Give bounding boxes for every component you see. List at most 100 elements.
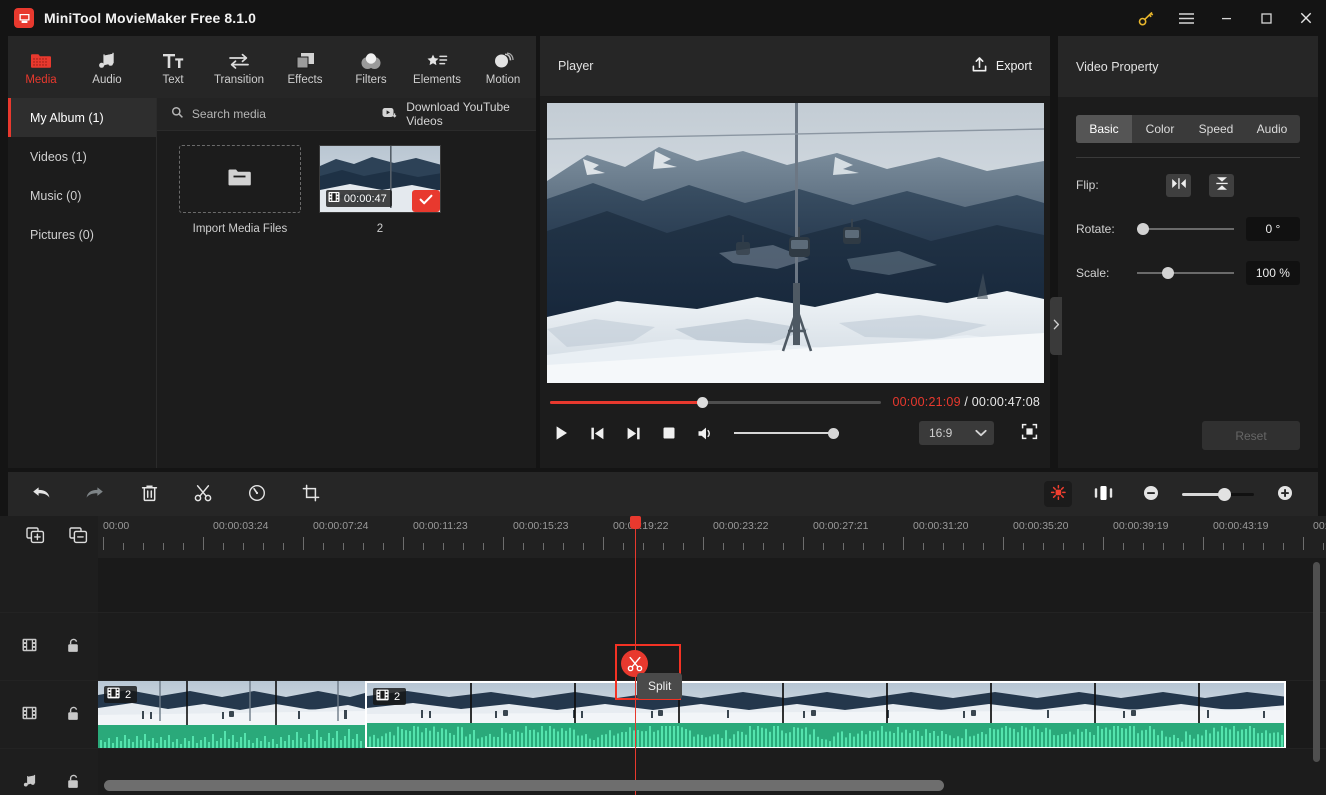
redo-button[interactable]: [78, 479, 112, 509]
volume-track: [734, 432, 839, 434]
media-item[interactable]: 00:00:47 2: [318, 145, 441, 235]
youtube-download-icon: [382, 107, 398, 122]
seek-slider[interactable]: [550, 395, 881, 409]
rotate-knob[interactable]: [1136, 223, 1149, 235]
media-selected-check[interactable]: [411, 190, 440, 212]
fullscreen-button[interactable]: [1018, 422, 1040, 444]
scale-slider[interactable]: [1136, 266, 1234, 280]
key-icon[interactable]: [1126, 0, 1166, 36]
time-display: 00:00:21:09 / 00:00:47:08: [893, 395, 1041, 409]
ribbon-tab-label: Effects: [287, 74, 323, 86]
delete-button[interactable]: [132, 479, 166, 509]
remove-track-icon[interactable]: [69, 527, 88, 547]
property-tab-color[interactable]: Color: [1132, 115, 1188, 143]
ribbon-tab-transition[interactable]: Transition: [206, 36, 272, 98]
menu-icon[interactable]: [1166, 0, 1206, 36]
timeline-row-video-1[interactable]: 2 2: [98, 680, 1326, 749]
ribbon-tab-effects[interactable]: Effects: [272, 36, 338, 98]
reset-row: Reset: [1076, 421, 1300, 450]
media-thumbnail[interactable]: 00:00:47: [318, 145, 441, 213]
zoom-knob[interactable]: [1217, 487, 1231, 501]
scissors-icon: [194, 484, 212, 505]
zoom-in-button[interactable]: [1268, 479, 1302, 509]
panel-collapse-toggle[interactable]: [1050, 297, 1062, 355]
property-tab-label: Basic: [1089, 122, 1119, 136]
timeline-ruler[interactable]: 00:00 00:00:03:24 00:00:07:24 00:00:11:2…: [98, 516, 1326, 558]
unlock-icon[interactable]: [67, 774, 80, 792]
album-label: Pictures (0): [30, 227, 94, 242]
add-track-icon[interactable]: [26, 527, 45, 547]
undo-button[interactable]: [24, 479, 58, 509]
flip-vertical-button[interactable]: [1209, 173, 1234, 197]
ruler-tick: [563, 543, 564, 550]
property-tab-audio[interactable]: Audio: [1244, 115, 1300, 143]
property-tab-speed[interactable]: Speed: [1188, 115, 1244, 143]
zoom-out-button[interactable]: [1134, 479, 1168, 509]
player-header: Player Export: [540, 36, 1050, 97]
ribbon-tab-media[interactable]: Media: [8, 36, 74, 98]
timeline-clip[interactable]: 2: [98, 681, 365, 749]
volume-slider[interactable]: [734, 426, 839, 440]
ribbon-tab-elements[interactable]: Elements: [404, 36, 470, 98]
redo-arrow-icon: [85, 484, 105, 504]
seek-knob[interactable]: [697, 396, 709, 408]
next-frame-button[interactable]: [622, 422, 644, 444]
import-media-cell[interactable]: Import Media Files: [178, 145, 301, 235]
ruler-label: 00:00: [103, 520, 130, 532]
fit-timeline-button[interactable]: [1086, 479, 1120, 509]
scale-value[interactable]: 100 %: [1245, 261, 1301, 285]
album-item-music[interactable]: Music (0): [8, 176, 156, 215]
ribbon-tab-text[interactable]: Text: [140, 36, 206, 98]
track-header-audio-1: [0, 748, 98, 795]
reset-button[interactable]: Reset: [1202, 421, 1300, 450]
marker-toggle-button[interactable]: [1044, 481, 1072, 507]
time-separator: /: [960, 395, 972, 409]
timeline-clip[interactable]: 2: [365, 681, 1286, 749]
import-media-button[interactable]: [178, 145, 301, 213]
minimize-icon[interactable]: [1206, 0, 1246, 36]
timeline-vertical-scrollbar[interactable]: [1313, 562, 1320, 762]
stop-button[interactable]: [658, 422, 680, 444]
rotate-slider[interactable]: [1136, 222, 1234, 236]
scrollbar-thumb[interactable]: [104, 780, 944, 791]
timeline-horizontal-scrollbar[interactable]: [98, 780, 1326, 791]
album-item-pictures[interactable]: Pictures (0): [8, 215, 156, 254]
seek-row: 00:00:21:09 / 00:00:47:08: [550, 395, 1040, 409]
split-button[interactable]: [186, 479, 220, 509]
previous-frame-button[interactable]: [586, 422, 608, 444]
property-tab-basic[interactable]: Basic: [1076, 115, 1132, 143]
motion-ellipse-icon: [492, 48, 514, 70]
aspect-ratio-select[interactable]: 16:9: [919, 421, 994, 445]
album-item-videos[interactable]: Videos (1): [8, 137, 156, 176]
property-divider: [1076, 157, 1300, 158]
maximize-icon[interactable]: [1246, 0, 1286, 36]
playhead-handle[interactable]: [630, 516, 641, 529]
download-youtube-button[interactable]: Download YouTube Videos: [382, 100, 536, 128]
ribbon-tab-motion[interactable]: Motion: [470, 36, 536, 98]
edit-toolbar: [8, 472, 1318, 516]
unlock-icon[interactable]: [67, 706, 80, 724]
rotate-value[interactable]: 0 °: [1245, 217, 1301, 241]
close-icon[interactable]: [1286, 0, 1326, 36]
timeline-row-video-2[interactable]: [98, 612, 1326, 680]
play-button[interactable]: [550, 422, 572, 444]
export-button[interactable]: Export: [971, 56, 1032, 76]
flip-horizontal-button[interactable]: [1166, 173, 1191, 197]
search-placeholder: Search media: [191, 107, 266, 121]
search-input[interactable]: Search media: [171, 106, 336, 122]
volume-button[interactable]: [694, 422, 716, 444]
zoom-slider[interactable]: [1182, 487, 1254, 501]
video-preview[interactable]: [546, 103, 1044, 383]
speed-button[interactable]: [240, 479, 274, 509]
ruler-tick: [1303, 537, 1304, 550]
ribbon-tab-audio[interactable]: Audio: [74, 36, 140, 98]
album-item-my-album[interactable]: My Album (1): [8, 98, 156, 137]
ribbon-tab-filters[interactable]: Filters: [338, 36, 404, 98]
property-tab-label: Color: [1145, 122, 1175, 136]
scale-knob[interactable]: [1161, 267, 1174, 279]
crop-button[interactable]: [294, 479, 328, 509]
unlock-icon[interactable]: [67, 638, 80, 656]
volume-knob[interactable]: [828, 427, 839, 439]
zoom-in-icon: [1277, 485, 1293, 504]
search-icon: [171, 106, 184, 122]
